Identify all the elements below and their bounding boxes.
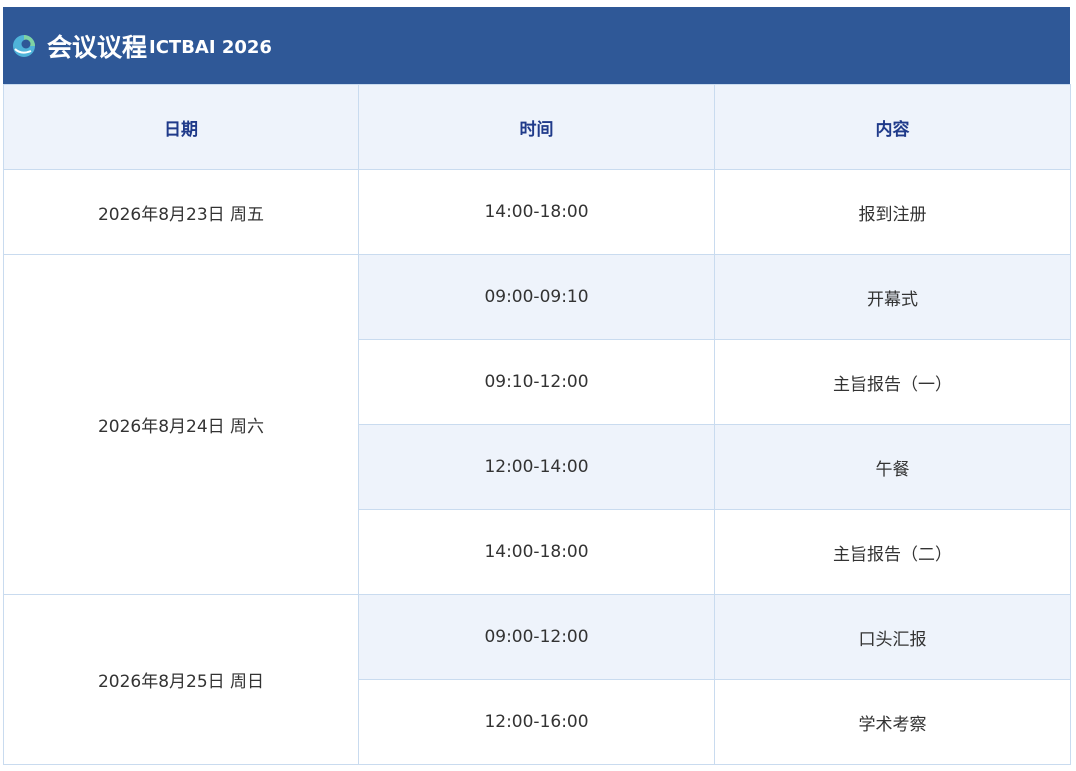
agenda-table: 日期 时间 内容 2026年8月23日 周五 14:00-18:00 报到注册 … [3,84,1071,765]
time-cell: 09:00-09:10 [358,254,715,340]
table-row: 2026年8月23日 周五 14:00-18:00 报到注册 [3,169,1071,255]
agenda-title-bar: 会议议程 ICTBAI 2026 [3,7,1070,84]
column-header-time: 时间 [358,84,715,170]
content-cell: 开幕式 [714,254,1071,340]
content-cell: 主旨报告（一） [714,339,1071,425]
table-row: 2026年8月25日 周日 09:00-12:00 口头汇报 [3,594,1071,765]
column-header-content: 内容 [714,84,1071,170]
date-cell: 2026年8月23日 周五 [3,169,359,255]
page-title: 会议议程 [47,32,148,62]
time-cell: 12:00-14:00 [358,424,715,510]
date-cell: 2026年8月24日 周六 [3,254,359,595]
time-cell: 09:10-12:00 [358,339,715,425]
page-subtitle: ICTBAI 2026 [149,37,272,58]
agenda-panel: 会议议程 ICTBAI 2026 日期 时间 内容 2026年8月23日 周五 … [3,7,1071,765]
time-cell: 12:00-16:00 [358,679,715,765]
column-header-date: 日期 [3,84,359,170]
time-cell: 14:00-18:00 [358,169,715,255]
content-cell: 报到注册 [714,169,1071,255]
time-cell: 14:00-18:00 [358,509,715,595]
conference-logo-icon [13,34,35,57]
table-row: 2026年8月24日 周六 09:00-09:10 开幕式 [3,254,1071,595]
table-header-row: 日期 时间 内容 [3,84,1071,170]
content-cell: 口头汇报 [714,594,1071,680]
time-cell: 09:00-12:00 [358,594,715,680]
content-cell: 午餐 [714,424,1071,510]
content-cell: 主旨报告（二） [714,509,1071,595]
date-cell: 2026年8月25日 周日 [3,594,359,765]
content-cell: 学术考察 [714,679,1071,765]
